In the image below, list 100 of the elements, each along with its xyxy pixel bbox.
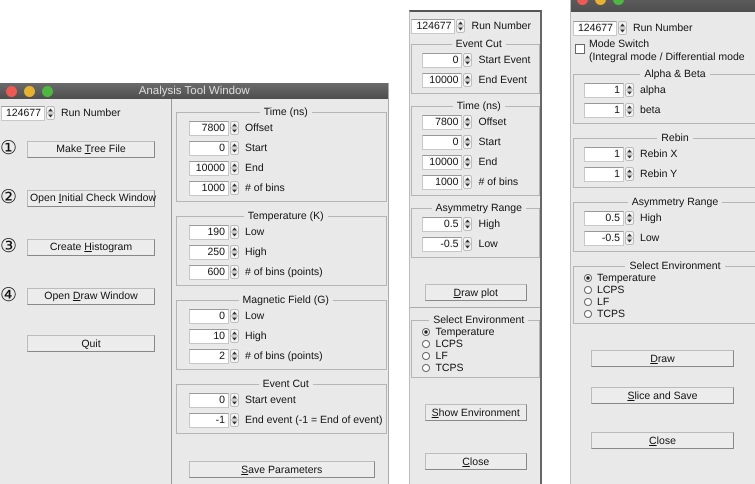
spin-buttons[interactable] (230, 161, 239, 175)
field-label: Start Event (478, 54, 530, 66)
number-field[interactable]: -0.5 (422, 236, 462, 252)
field-label: High (245, 330, 267, 342)
radio-label: TCPS (596, 308, 625, 320)
number-field[interactable]: 0 (189, 308, 229, 324)
spin-buttons[interactable] (230, 245, 239, 259)
number-field[interactable]: 7800 (422, 114, 462, 130)
number-field[interactable]: 1 (584, 146, 624, 162)
action-button[interactable]: Show Environment (424, 404, 527, 421)
number-field[interactable]: 7800 (189, 120, 229, 136)
number-field[interactable]: 190 (189, 224, 229, 240)
spin-buttons[interactable] (230, 181, 239, 195)
spin-buttons[interactable] (456, 19, 466, 33)
spin-buttons[interactable] (46, 106, 55, 120)
field-label: End (478, 156, 498, 168)
action-button[interactable]: Create Histogram (27, 238, 155, 256)
action-button[interactable]: Slice and Save (590, 387, 734, 404)
spin-buttons[interactable] (463, 53, 472, 67)
number-field[interactable]: 600 (189, 264, 229, 280)
group-title: Select Environment (628, 260, 722, 272)
radio-button[interactable] (422, 328, 430, 336)
spin-buttons[interactable] (230, 225, 239, 239)
spin-buttons[interactable] (624, 231, 634, 245)
number-field[interactable]: 1 (584, 102, 624, 118)
field-label: Run Number (632, 22, 693, 34)
spin-buttons[interactable] (463, 115, 472, 129)
number-field[interactable]: 0 (422, 134, 462, 150)
field-label: # of bins (points) (245, 266, 323, 278)
spin-buttons[interactable] (463, 135, 472, 149)
spin-buttons[interactable] (230, 393, 239, 407)
number-field[interactable]: 1 (584, 166, 624, 182)
number-field[interactable]: 1 (584, 82, 624, 98)
spin-buttons[interactable] (463, 73, 472, 87)
field-label: Low (245, 310, 264, 322)
number-field[interactable]: 1000 (422, 174, 462, 190)
spin-buttons[interactable] (624, 83, 634, 97)
radio-button[interactable] (422, 340, 430, 348)
field-label: # of bins (points) (245, 350, 323, 362)
spin-buttons[interactable] (463, 237, 472, 251)
number-field[interactable]: 124677 (1, 106, 45, 120)
action-button[interactable]: Draw plot (424, 284, 527, 301)
spin-buttons[interactable] (463, 175, 472, 189)
spin-buttons[interactable] (463, 217, 472, 231)
radio-button[interactable] (584, 274, 592, 282)
spin-buttons[interactable] (618, 21, 627, 35)
action-button[interactable]: Close (424, 453, 527, 470)
number-field[interactable]: 124677 (411, 18, 456, 34)
spin-buttons[interactable] (624, 103, 634, 117)
number-field[interactable]: 250 (189, 244, 229, 260)
spin-buttons[interactable] (230, 309, 239, 323)
field-label: Rebin Y (640, 168, 678, 180)
number-field[interactable]: 0 (422, 52, 462, 68)
spin-buttons[interactable] (230, 121, 239, 135)
action-button[interactable]: Save Parameters (188, 461, 375, 478)
field-label: End (245, 162, 264, 174)
spin-buttons[interactable] (624, 167, 634, 181)
spin-buttons[interactable] (624, 211, 634, 225)
field-label: Start (478, 136, 501, 148)
spin-buttons[interactable] (230, 349, 239, 363)
radio-label: Temperature (596, 272, 656, 284)
step-number: ② (0, 188, 18, 208)
action-button[interactable]: Open Initial Check Window (27, 190, 155, 206)
number-field[interactable]: 2 (189, 348, 229, 364)
zoom-button[interactable] (42, 86, 53, 96)
number-field[interactable]: 0.5 (422, 216, 462, 232)
spin-buttons[interactable] (230, 413, 239, 427)
spin-buttons[interactable] (230, 329, 239, 343)
number-field[interactable]: 0.5 (584, 210, 624, 226)
action-button[interactable]: Draw (590, 350, 734, 367)
number-field[interactable]: 10000 (422, 72, 462, 88)
spin-buttons[interactable] (624, 147, 634, 161)
spin-buttons[interactable] (230, 265, 239, 279)
number-field[interactable]: 10000 (422, 154, 462, 170)
spin-buttons[interactable] (463, 155, 472, 169)
action-button[interactable]: Close (590, 432, 734, 449)
radio-button[interactable] (584, 298, 592, 306)
number-field[interactable]: 0 (189, 392, 229, 408)
radio-button[interactable] (584, 286, 592, 294)
radio-label: LCPS (435, 338, 463, 350)
number-field[interactable]: -1 (189, 412, 229, 428)
radio-button[interactable] (422, 352, 430, 360)
number-field[interactable]: 124677 (572, 20, 617, 36)
checkbox[interactable] (574, 44, 585, 54)
number-field[interactable]: 0 (189, 140, 229, 156)
spin-buttons[interactable] (230, 141, 239, 155)
number-field[interactable]: 1000 (189, 180, 229, 196)
radio-button[interactable] (584, 310, 592, 318)
minimize-button[interactable] (24, 86, 35, 96)
number-field[interactable]: 10000 (189, 160, 229, 176)
group-title: Magnetic Field (G) (242, 294, 330, 306)
step-number: ③ (0, 237, 18, 257)
number-field[interactable]: -0.5 (584, 230, 624, 246)
number-field[interactable]: 10 (189, 328, 229, 344)
checkbox-note: (Integral mode / Differential mode (588, 51, 745, 64)
action-button[interactable]: Make Tree File (27, 140, 155, 158)
action-button[interactable]: Quit (27, 335, 155, 352)
action-button[interactable]: Open Draw Window (27, 288, 155, 304)
radio-button[interactable] (422, 364, 430, 372)
field-label: Start (245, 142, 268, 154)
